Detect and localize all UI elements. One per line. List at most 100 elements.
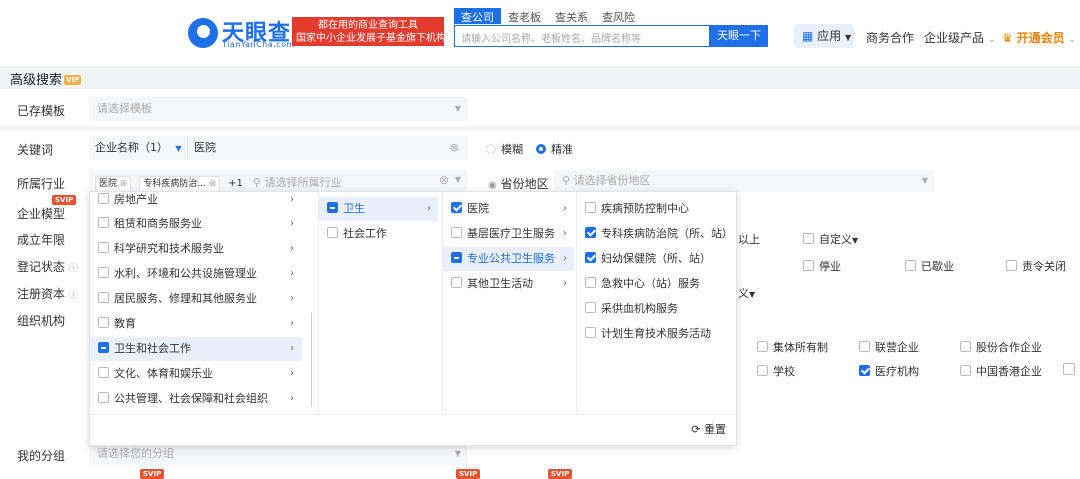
tab-boss[interactable]: 查老板 — [501, 8, 548, 24]
cascader-item[interactable]: 基层医疗卫生服务 › — [443, 222, 574, 246]
org-option[interactable]: 联营企业 — [859, 339, 919, 355]
cascader-item[interactable]: 社会工作 — [319, 222, 438, 246]
custom-option[interactable]: 自定义▼ — [803, 231, 858, 247]
chevron-right-icon: › — [290, 393, 294, 404]
tab-company[interactable]: 查公司 — [454, 8, 501, 24]
cascader-item-label: 租赁和商务服务业 — [114, 217, 202, 230]
cascader-item[interactable]: 教育 › — [90, 312, 302, 336]
cascader-item-selected[interactable]: 卫生和社会工作 › — [90, 337, 302, 361]
svip-badge: SVIP — [52, 195, 77, 205]
org-option-label: 中国香港企业 — [976, 365, 1042, 378]
tianyancha-logo-icon[interactable] — [188, 18, 218, 48]
cascader-item-label: 卫生和社会工作 — [114, 342, 191, 355]
checkbox[interactable] — [1063, 363, 1075, 375]
nav-business[interactable]: 商务合作 — [866, 29, 914, 46]
cascader-item-label: 计划生育技术服务活动 — [601, 327, 711, 340]
org-option-label: 学校 — [773, 365, 795, 378]
org-option[interactable]: 股份合作企业 — [960, 339, 1042, 355]
refresh-icon: ⟳ — [691, 423, 701, 436]
app-menu-label: 应用 — [817, 29, 842, 43]
org-option[interactable]: 学校 — [757, 363, 795, 379]
checkbox — [98, 367, 109, 378]
saved-template-select[interactable]: 请选择模板 ▼ — [89, 97, 467, 121]
saved-template-placeholder: 请选择模板 — [97, 102, 152, 115]
established-more-option[interactable]: 以上 — [738, 231, 760, 247]
tab-risk[interactable]: 查风险 — [595, 8, 642, 24]
cascader-item-label: 急救中心（站）服务 — [601, 277, 700, 290]
reset-button[interactable]: ⟳ 重置 — [691, 421, 726, 437]
tab-relation[interactable]: 查关系 — [548, 8, 595, 24]
clear-icon[interactable]: ⊗ — [439, 173, 449, 187]
cascader-item[interactable]: 计划生育技术服务活动 — [577, 322, 711, 346]
industry-tag[interactable]: 专科疾病防治... ⊗ — [139, 176, 221, 192]
status-option[interactable]: 已歇业 — [905, 258, 954, 274]
province-label: 省份地区 — [500, 177, 549, 191]
cascader-item[interactable]: 其他卫生活动 › — [443, 272, 574, 296]
cascader-item[interactable]: 专科疾病防治院（所、站） — [577, 222, 733, 246]
tag-close-icon[interactable]: ⊗ — [120, 179, 128, 189]
org-option[interactable]: 集体所有制 — [757, 339, 828, 355]
status-option[interactable]: 责令关闭 — [1006, 258, 1066, 274]
province-select[interactable]: ⚲ 请选择省份地区 ▼ — [554, 170, 934, 192]
search-button[interactable]: 天眼一下 — [710, 25, 768, 47]
checkbox — [98, 392, 109, 403]
model-label: 企业模型 — [17, 207, 66, 221]
industry-select[interactable]: 医院 ⊗ 专科疾病防治... ⊗ +1 ⚲ 请选择所属行业 ⊗ ▼ — [89, 170, 467, 192]
cascader-item[interactable]: 科学研究和技术服务业 › — [90, 237, 302, 261]
checkbox — [960, 365, 971, 376]
cascader-item[interactable]: 文化、体育和娱乐业 › — [90, 362, 302, 386]
cascader-item-label: 科学研究和技术服务业 — [114, 242, 224, 255]
org-option[interactable]: 中国香港企业 — [960, 363, 1042, 379]
cascader-item[interactable]: 租赁和商务服务业 › — [90, 212, 302, 236]
group-placeholder: 请选择您的分组 — [97, 447, 174, 460]
clear-icon[interactable]: ⊗ — [450, 136, 459, 160]
industry-tag[interactable]: 医院 ⊗ — [95, 176, 132, 192]
cascader-item[interactable]: 妇幼保健院（所、站） — [577, 247, 711, 271]
cascader-column-4: 疾病预防控制中心 专科疾病防治院（所、站） 妇幼保健院（所、站） 急救中心（站）… — [576, 192, 736, 414]
chevron-right-icon: › — [290, 293, 294, 304]
cascader-item[interactable]: 房地产业 › — [90, 192, 302, 212]
chevron-right-icon: › — [563, 203, 567, 214]
cascader-item-label: 居民服务、修理和其他服务业 — [114, 292, 257, 305]
pin-icon: ◉ — [488, 180, 497, 191]
checkbox — [451, 277, 462, 288]
keyword-input[interactable]: 医院 ⊗ — [187, 136, 467, 160]
cascader-item[interactable]: 疾病预防控制中心 — [577, 197, 689, 221]
cascader-item-selected[interactable]: 专业公共卫生服务 › — [443, 247, 574, 271]
match-fuzzy-radio[interactable]: 模糊 — [486, 141, 523, 157]
info-icon: ⓘ — [68, 264, 78, 274]
cascader-item[interactable]: 水利、环境和公共设施管理业 › — [90, 262, 302, 286]
slogan-line1: 都在用的商业查询工具 — [318, 20, 418, 31]
cascader-item-label: 采供血机构服务 — [601, 302, 678, 315]
tag-close-icon[interactable]: ⊗ — [209, 179, 217, 189]
cascader-item-selected[interactable]: 卫生 › — [319, 197, 438, 221]
match-exact-radio[interactable]: 精准 — [536, 141, 573, 157]
cascader-column-3: 医院 › 基层医疗卫生服务 › 专业公共卫生服务 › 其他卫生活动 › — [442, 192, 574, 414]
nav-open-vip[interactable]: ♛ 开通会员 ⌄ — [1002, 29, 1076, 46]
cascader-item[interactable]: 居民服务、修理和其他服务业 › — [90, 287, 302, 311]
cascader-item[interactable]: 医院 › — [443, 197, 574, 221]
group-select[interactable]: 请选择您的分组 ▼ — [89, 443, 467, 465]
app-menu-button[interactable]: ▦ 应用 ▼ — [794, 24, 854, 48]
org-option[interactable]: 医疗机构 — [859, 363, 919, 379]
cascader-item[interactable]: 急救中心（站）服务 — [577, 272, 700, 296]
nav-enterprise-products[interactable]: 企业级产品 ⌄ — [924, 29, 995, 46]
info-icon: ⓘ — [68, 291, 78, 301]
cascader-item[interactable]: 公共管理、社会保障和社会组织 › — [90, 387, 302, 411]
caret-down-icon: ▼ — [845, 33, 852, 42]
cascader-item[interactable]: 采供血机构服务 — [577, 297, 678, 321]
search-input[interactable]: 请输入公司名称、老板姓名、品牌名称等 — [454, 25, 710, 47]
caret-down-icon: ▼ — [454, 175, 461, 184]
capital-custom-option[interactable]: 义▼ — [738, 285, 755, 301]
checkbox-partial — [98, 342, 109, 353]
chevron-right-icon: › — [290, 318, 294, 329]
industry-cascader-dropdown: 房地产业 › 租赁和商务服务业 › 科学研究和技术服务业 › 水利、环境和公共设施管理… — [89, 191, 737, 446]
industry-tag-label: 医院 — [99, 179, 118, 189]
scrollbar[interactable] — [311, 312, 312, 407]
svip-badge: SVIP — [548, 469, 573, 479]
status-option[interactable]: 停业 — [803, 258, 841, 274]
keyword-type-select[interactable]: 企业名称（1） ▼ — [89, 136, 187, 160]
keyword-type-value: 企业名称（1） — [95, 141, 168, 154]
capital-label: 注册资本 — [17, 287, 66, 301]
saved-template-label: 已存模板 — [17, 104, 66, 118]
